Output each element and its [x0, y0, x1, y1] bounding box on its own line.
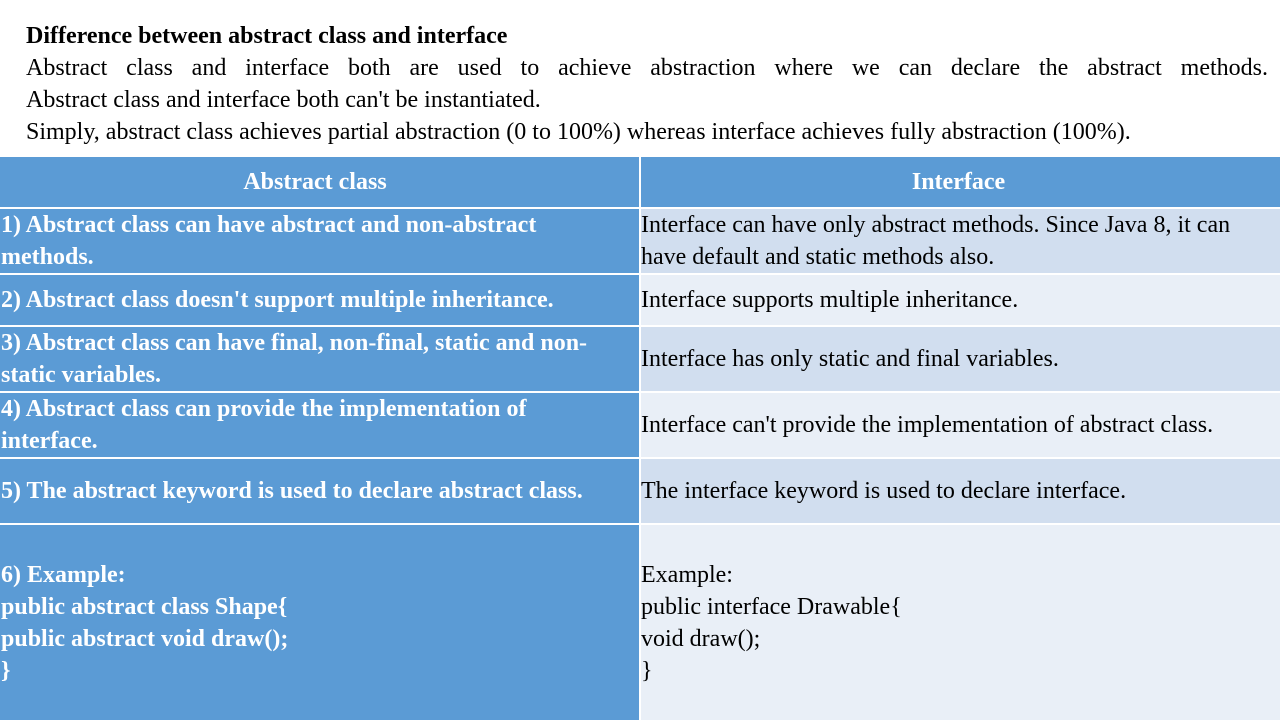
interface-cell: Interface supports multiple inheritance. [641, 275, 1280, 325]
table-row: 3) Abstract class can have final, non-fi… [0, 327, 1280, 391]
abstract-class-cell: 5) The abstract keyword is used to decla… [0, 459, 639, 523]
header-interface: Interface [641, 157, 1280, 207]
table-header-row: Abstract class Interface [0, 157, 1280, 207]
intro-paragraph-1: Abstract class and interface both are us… [26, 55, 1268, 81]
header-abstract-class: Abstract class [0, 157, 639, 207]
interface-example-cell: Example: public interface Drawable{ void… [641, 525, 1280, 720]
intro-section: Difference between abstract class and in… [26, 20, 1268, 148]
intro-paragraph-3: Simply, abstract class achieves partial … [26, 119, 1131, 145]
abstract-class-cell: 3) Abstract class can have final, non-fi… [0, 327, 639, 391]
table-row: 1) Abstract class can have abstract and … [0, 209, 1280, 273]
table-row: 2) Abstract class doesn't support multip… [0, 275, 1280, 325]
abstract-class-example-cell: 6) Example: public abstract class Shape{… [0, 525, 639, 720]
intro-paragraph-2: Abstract class and interface both can't … [26, 87, 541, 113]
interface-cell: Interface can't provide the implementati… [641, 393, 1280, 457]
abstract-class-cell: 4) Abstract class can provide the implem… [0, 393, 639, 457]
interface-cell: The interface keyword is used to declare… [641, 459, 1280, 523]
interface-cell: Interface can have only abstract methods… [641, 209, 1280, 273]
table-row: 4) Abstract class can provide the implem… [0, 393, 1280, 457]
interface-cell: Interface has only static and final vari… [641, 327, 1280, 391]
table-row: 5) The abstract keyword is used to decla… [0, 459, 1280, 523]
abstract-class-cell: 1) Abstract class can have abstract and … [0, 209, 639, 273]
comparison-table: Abstract class Interface 1) Abstract cla… [0, 157, 1280, 720]
abstract-class-cell: 2) Abstract class doesn't support multip… [0, 275, 639, 325]
page-title: Difference between abstract class and in… [26, 23, 508, 49]
table-row: 6) Example: public abstract class Shape{… [0, 525, 1280, 720]
